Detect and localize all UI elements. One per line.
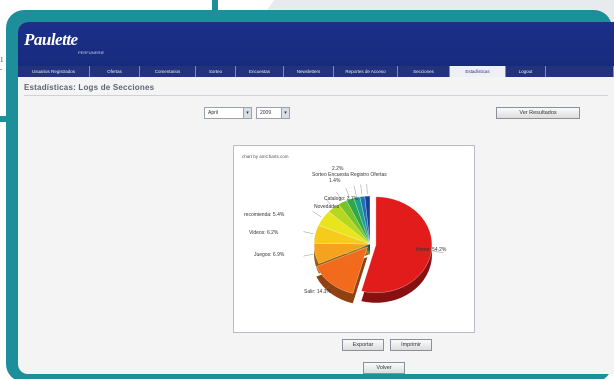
page-title: Estadísticas: Logs de Secciones bbox=[24, 83, 155, 92]
nav-item-comentarios[interactable]: Comentarios bbox=[140, 66, 196, 77]
view-results-button[interactable]: Ver Resultados bbox=[496, 107, 580, 119]
pie-label-salir: Salir: 14.1% bbox=[304, 289, 332, 295]
chart-panel: chart by amCharts.com Sorteo Encuesta Re… bbox=[233, 145, 475, 333]
nav-item-estadisticas[interactable]: Estadísticas bbox=[450, 66, 506, 77]
pie-label-novedades: Novedades bbox=[314, 204, 340, 210]
margin-text-line: - bbox=[0, 65, 3, 73]
month-select-value: April bbox=[208, 110, 219, 116]
nav-item-ofertas[interactable]: Ofertas bbox=[90, 66, 140, 77]
chevron-down-icon: ▾ bbox=[281, 108, 289, 118]
pie-leader-line bbox=[312, 211, 322, 218]
nav-item-logout[interactable]: Logout bbox=[506, 66, 546, 77]
export-button[interactable]: Exportar bbox=[342, 339, 384, 351]
nav-item-newsletters[interactable]: Newsletters bbox=[284, 66, 334, 77]
year-select[interactable]: 2009 ▾ bbox=[256, 107, 290, 119]
nav-item-reportes[interactable]: Reportes de Acceso bbox=[334, 66, 398, 77]
pie-label-juegos: Juegos: 6.9% bbox=[254, 252, 285, 258]
nav-item-encuestas[interactable]: Encuestas bbox=[236, 66, 284, 77]
pie-label-top-overlap: Sorteo Encuesta Registro Ofertas bbox=[312, 172, 387, 178]
nav-item-sorteo[interactable]: Sorteo bbox=[196, 66, 236, 77]
brand-logo-subtitle: PERFUMERIE bbox=[78, 50, 105, 55]
pie-chart: Sorteo Encuesta Registro Ofertas 1.4% Ca… bbox=[244, 166, 447, 304]
pie-leader-line bbox=[360, 184, 363, 195]
title-divider bbox=[24, 95, 608, 96]
pie-leader-line bbox=[303, 231, 314, 234]
back-button[interactable]: Volver bbox=[363, 362, 405, 374]
print-button[interactable]: Imprimir bbox=[390, 339, 432, 351]
pie-label-small: 2.2% bbox=[332, 166, 344, 172]
chevron-down-icon: ▾ bbox=[243, 108, 251, 118]
pie-top-layer bbox=[313, 195, 433, 294]
year-select-value: 2009 bbox=[260, 110, 272, 116]
app-screen: Paulette PERFUMERIE Usuarios Registrados… bbox=[18, 22, 614, 374]
brand-logo: Paulette bbox=[24, 30, 78, 49]
nav-item-usuarios[interactable]: Usuarios Registrados bbox=[18, 66, 90, 77]
main-nav: Usuarios Registrados Ofertas Comentarios… bbox=[18, 66, 614, 77]
pie-label-top-percent: 1.4% bbox=[329, 178, 341, 184]
pie-leader-line bbox=[303, 253, 314, 257]
pie-leader-line bbox=[353, 185, 357, 196]
nav-filler bbox=[546, 66, 614, 77]
month-select[interactable]: April ▾ bbox=[204, 107, 252, 119]
header-bar: Paulette PERFUMERIE bbox=[18, 22, 614, 66]
pie-label-videos: Videos: 6.2% bbox=[249, 230, 279, 236]
background-margin-text: 1 - bbox=[0, 56, 4, 74]
margin-text-line: 1 bbox=[0, 56, 4, 64]
nav-item-secciones[interactable]: Secciones bbox=[398, 66, 450, 77]
pie-label-home: Home: 54.2% bbox=[416, 247, 447, 253]
pie-label-recomienda: recomienda: 5.4% bbox=[244, 212, 285, 218]
pie-label-catalogo: Catalogo: 3.7% bbox=[324, 196, 359, 202]
